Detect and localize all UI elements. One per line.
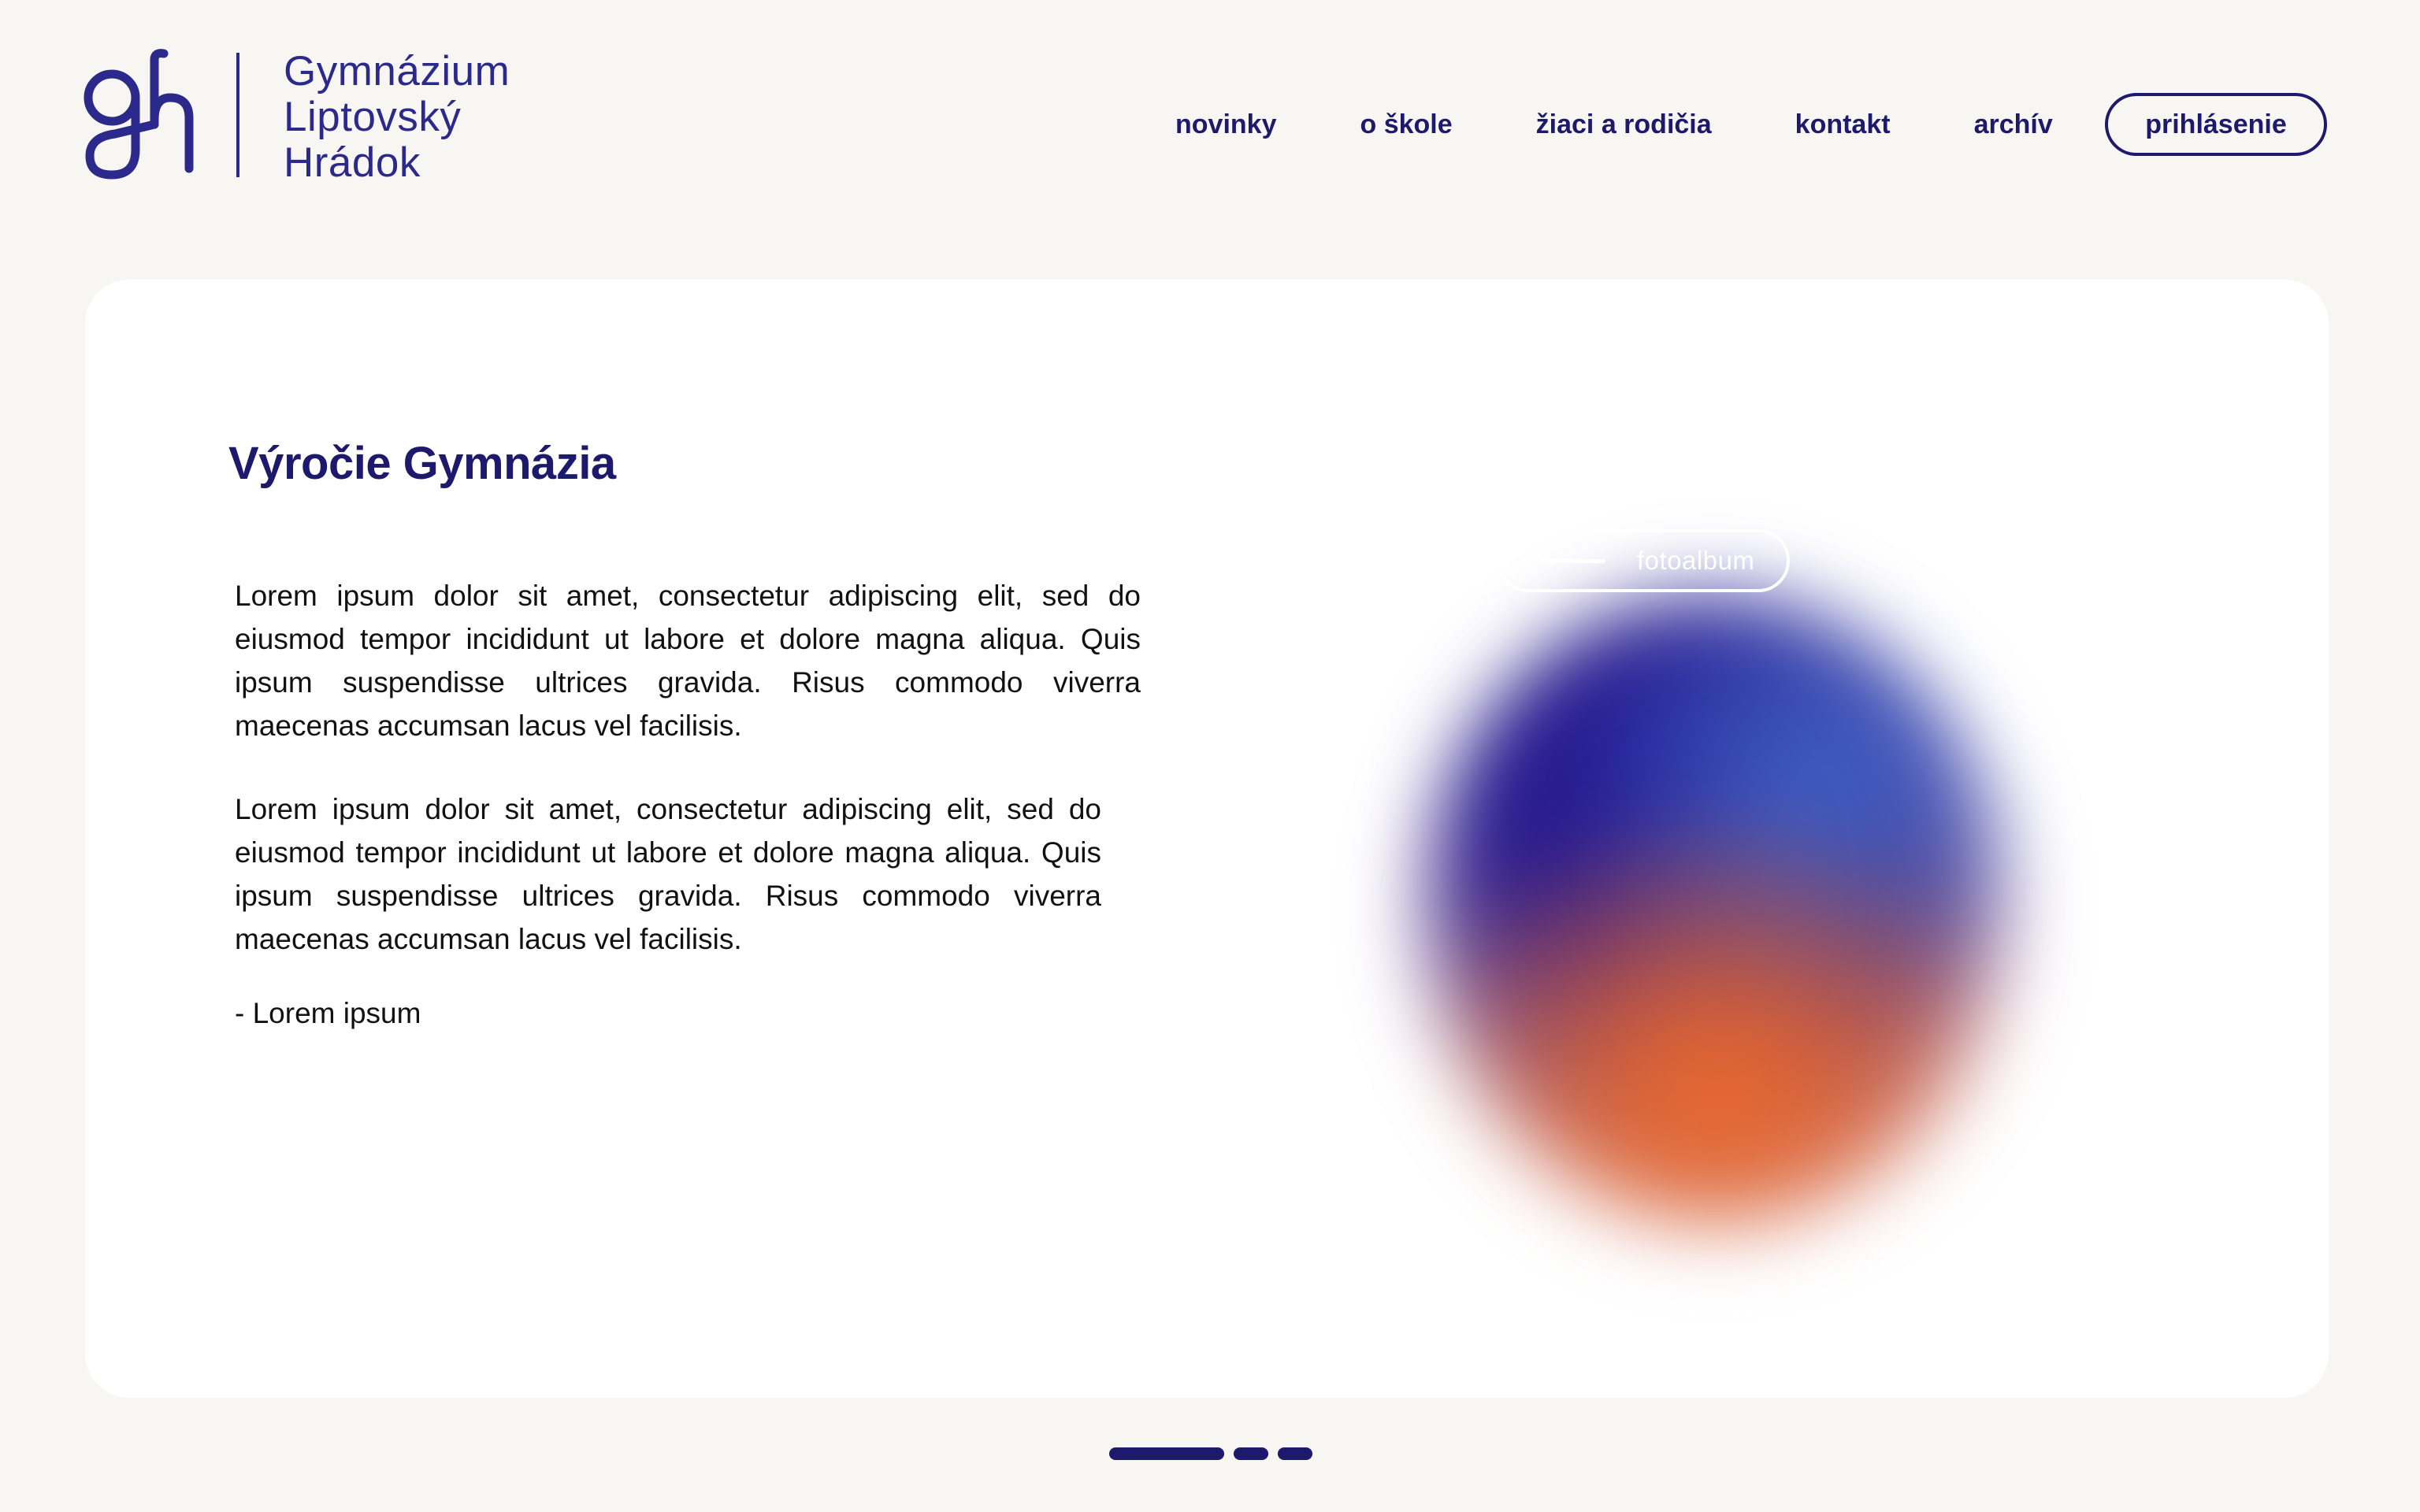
gh-monogram-icon <box>84 49 194 180</box>
logo-divider <box>236 53 239 177</box>
dash-icon <box>1541 558 1605 563</box>
main-nav: novinky o škole žiaci a rodičia kontakt … <box>1134 93 2053 156</box>
school-name: Gymnázium Liptovský Hrádok <box>284 49 510 186</box>
content-card: Výročie Gymnázia Lorem ipsum dolor sit a… <box>85 280 2329 1398</box>
school-name-line-2: Liptovský <box>284 94 462 140</box>
nav-item-archiv[interactable]: archív <box>1974 109 2053 140</box>
site-logo[interactable]: Gymnázium Liptovský Hrádok <box>82 49 510 186</box>
pagination-dot-3[interactable] <box>1278 1447 1312 1460</box>
pagination-dot-1[interactable] <box>1109 1447 1224 1460</box>
page-title: Výročie Gymnázia <box>228 438 616 489</box>
paragraph-2: Lorem ipsum dolor sit amet, consectetur … <box>235 793 1101 955</box>
carousel-pagination <box>1109 1447 1312 1460</box>
paragraph-1: Lorem ipsum dolor sit amet, consectetur … <box>235 580 1141 742</box>
fotoalbum-label: fotoalbum <box>1637 546 1755 575</box>
school-name-line-1: Gymnázium <box>284 48 510 94</box>
signature: - Lorem ipsum <box>235 997 421 1029</box>
nav-item-o-skole[interactable]: o škole <box>1360 109 1452 140</box>
school-name-line-3: Hrádok <box>284 139 421 186</box>
nav-item-ziaci-a-rodicia[interactable]: žiaci a rodičia <box>1536 109 1712 140</box>
nav-item-kontakt[interactable]: kontakt <box>1795 109 1891 140</box>
nav-item-novinky[interactable]: novinky <box>1175 109 1276 140</box>
fotoalbum-button[interactable]: fotoalbum <box>1497 529 1790 592</box>
gradient-orb <box>1424 595 2007 1225</box>
pagination-dot-2[interactable] <box>1234 1447 1268 1460</box>
login-button[interactable]: prihlásenie <box>2105 93 2327 156</box>
